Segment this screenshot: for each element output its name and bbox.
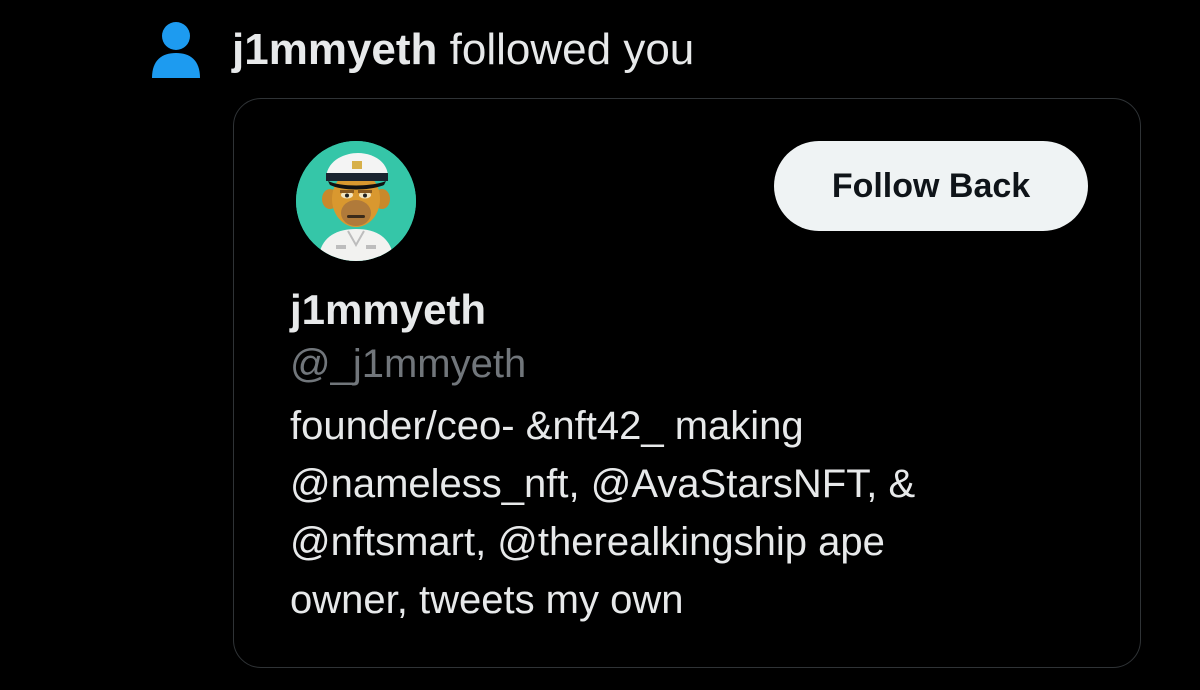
profile-card[interactable]: Follow Back j1mmyeth @_j1mmyeth founder/… — [233, 98, 1141, 668]
notification-username[interactable]: j1mmyeth — [232, 25, 437, 74]
profile-handle[interactable]: @_j1mmyeth — [290, 339, 526, 389]
bio-line: owner, tweets my own — [290, 578, 684, 622]
bio-line: founder/ceo- &nft42_ making — [290, 404, 804, 448]
notification-action-text: followed you — [449, 25, 695, 74]
notification-header: j1mmyeth followed you — [150, 10, 694, 90]
notification-item[interactable]: j1mmyeth followed you Follow Back j1mmye… — [0, 0, 1200, 690]
person-icon — [150, 20, 202, 80]
bio-line: @nameless_nft, @AvaStarsNFT, & — [290, 462, 916, 506]
avatar[interactable] — [296, 141, 416, 261]
follow-back-button[interactable]: Follow Back — [774, 141, 1088, 231]
bio-line: @nftsmart, @therealkingship ape — [290, 520, 885, 564]
profile-bio: founder/ceo- &nft42_ making @nameless_nf… — [290, 397, 1110, 629]
bored-ape-avatar-image — [296, 141, 416, 261]
notification-text: j1mmyeth followed you — [232, 10, 694, 90]
profile-display-name[interactable]: j1mmyeth — [290, 285, 486, 335]
